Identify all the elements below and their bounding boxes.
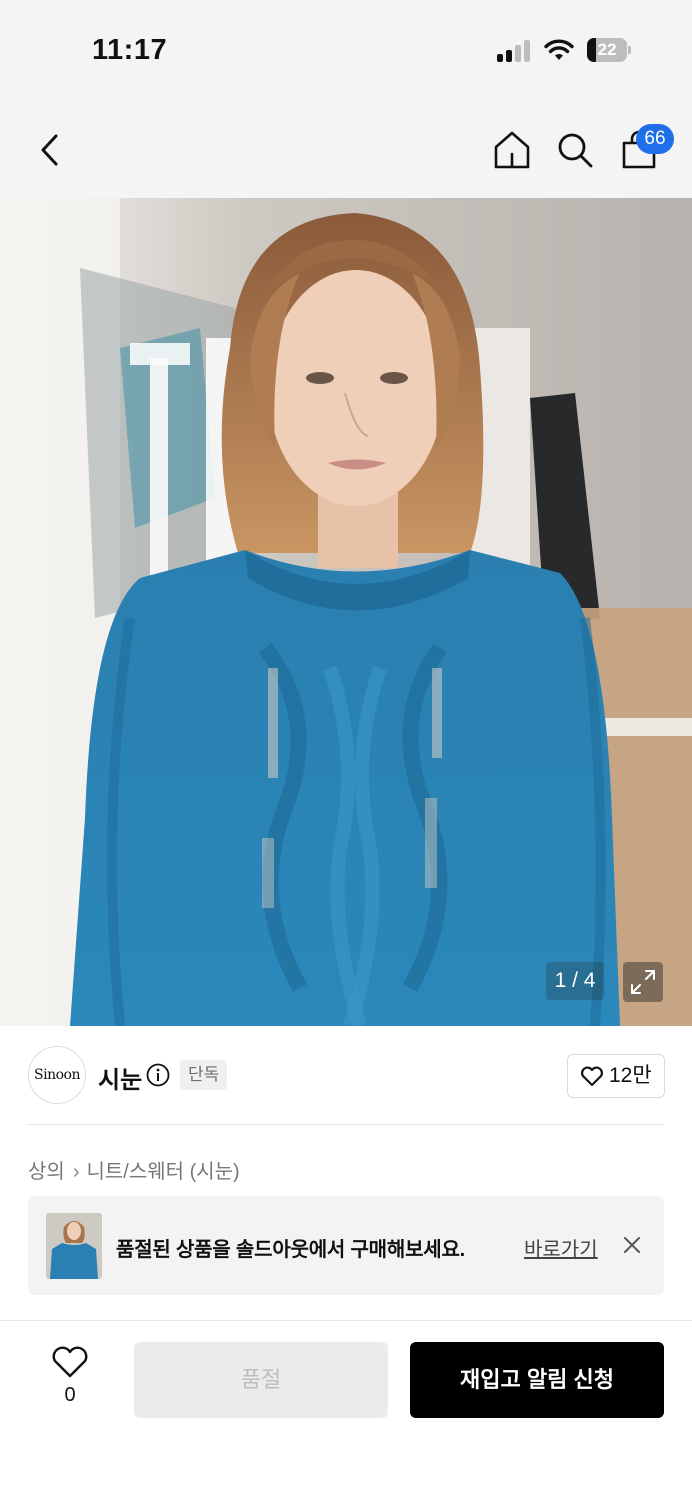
brand-logo[interactable]: Sinoon xyxy=(28,1046,86,1104)
brand-like-button[interactable]: 12만 xyxy=(567,1054,665,1098)
breadcrumb-subcategory[interactable]: 니트/스웨터 (시눈) xyxy=(86,1161,239,1183)
banner-product-thumbnail xyxy=(46,1213,102,1279)
image-page-counter: 1 / 4 xyxy=(546,962,604,1000)
info-icon[interactable] xyxy=(146,1063,170,1087)
home-icon[interactable] xyxy=(492,128,532,172)
wishlist-button[interactable]: 0 xyxy=(50,1344,90,1408)
battery-icon: 22 xyxy=(587,38,631,62)
restock-alert-button[interactable]: 재입고 알림 신청 xyxy=(410,1342,664,1418)
soldout-button: 품절 xyxy=(134,1342,388,1418)
search-icon[interactable] xyxy=(555,128,595,172)
product-image[interactable] xyxy=(0,198,692,1026)
wifi-icon xyxy=(544,39,574,60)
cellular-signal-icon xyxy=(497,40,533,62)
breadcrumb-category[interactable]: 상의 xyxy=(28,1161,65,1183)
brand-like-count: 12만 xyxy=(609,1064,652,1087)
status-time: 11:17 xyxy=(92,34,168,66)
banner-message: 품절된 상품을 솔드아웃에서 구매해보세요. xyxy=(116,1239,466,1261)
wishlist-count: 0 xyxy=(64,1384,76,1406)
breadcrumb: 상의 › 니트/스웨터 (시눈) xyxy=(28,1155,240,1184)
divider xyxy=(28,1124,664,1125)
product-photo-illustration xyxy=(0,198,692,1026)
brand-name[interactable]: 시눈 xyxy=(98,1060,142,1095)
chevron-right-icon: › xyxy=(72,1161,80,1183)
rating-row-peek xyxy=(28,1313,228,1320)
heart-outline-icon xyxy=(581,1066,603,1087)
exclusive-badge: 단독 xyxy=(180,1060,228,1090)
cart-count-badge[interactable]: 66 xyxy=(636,124,674,154)
battery-level: 22 xyxy=(597,40,617,59)
back-arrow-icon[interactable] xyxy=(30,128,70,172)
status-bar: 11:17 22 xyxy=(0,0,692,100)
close-icon[interactable] xyxy=(621,1234,643,1256)
expand-fullscreen-icon[interactable] xyxy=(623,962,663,1002)
heart-outline-icon xyxy=(52,1346,88,1378)
banner-goto-link[interactable]: 바로가기 xyxy=(524,1233,598,1262)
